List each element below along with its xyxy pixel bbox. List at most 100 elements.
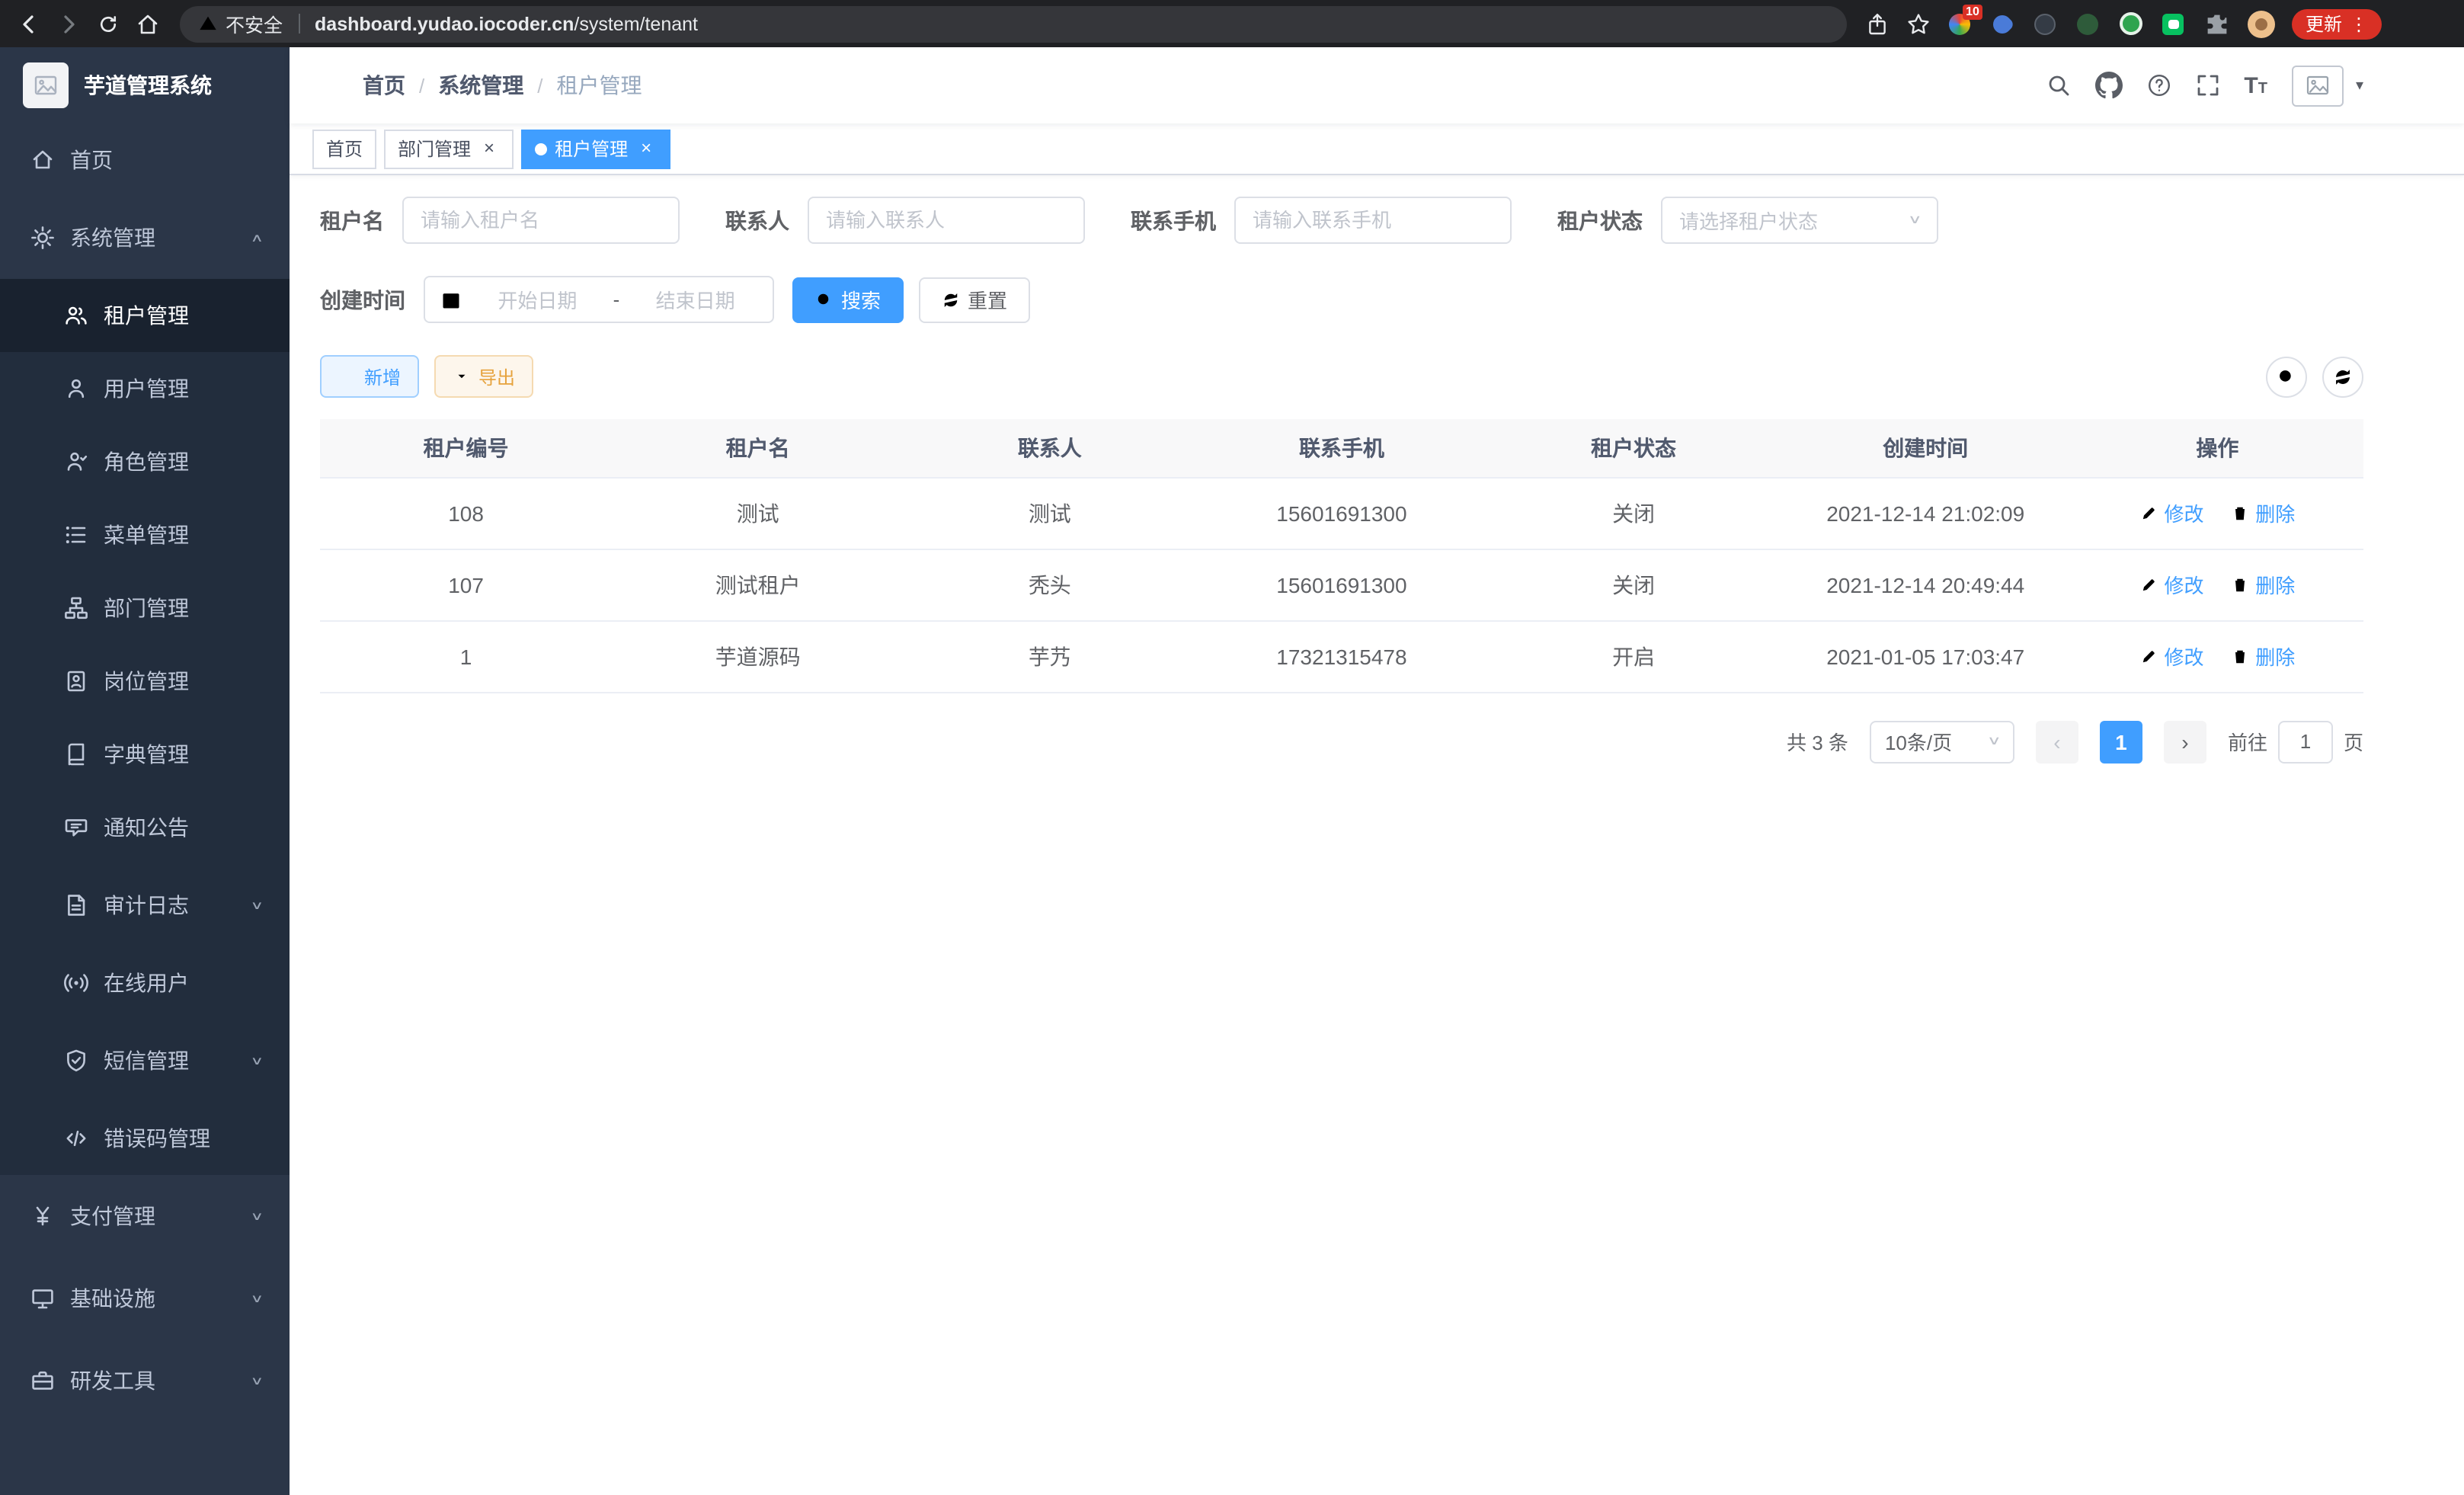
col-mobile: 联系手机: [1195, 419, 1487, 477]
sidebar-item-system[interactable]: 系统管理 ∧: [0, 197, 290, 279]
mobile-label: 联系手机: [1131, 205, 1216, 235]
sidebar-item-error-code[interactable]: 错误码管理: [0, 1102, 290, 1175]
bookmark-star-icon[interactable]: [1906, 11, 1931, 36]
edit-button[interactable]: 修改: [2139, 498, 2203, 527]
extensions-puzzle-icon[interactable]: [2203, 10, 2231, 37]
total-count: 共 3 条: [1787, 727, 1848, 756]
sidebar-item-label: 用户管理: [104, 373, 274, 404]
font-size-icon[interactable]: TT: [2244, 74, 2267, 97]
close-icon[interactable]: ×: [635, 138, 657, 159]
edit-button[interactable]: 修改: [2139, 642, 2203, 671]
close-icon[interactable]: ×: [478, 138, 500, 159]
role-icon: [64, 450, 88, 474]
prev-page-button[interactable]: ‹: [2036, 720, 2078, 763]
next-page-button[interactable]: ›: [2164, 720, 2206, 763]
sidebar-item-home[interactable]: 首页: [0, 123, 290, 197]
edit-pencil-icon: [2139, 504, 2158, 522]
browser-forward-button[interactable]: [49, 4, 88, 43]
sidebar-item-label: 系统管理: [70, 222, 251, 253]
extension-icon-dark-orb[interactable]: [2033, 11, 2059, 37]
sidebar-item-dict[interactable]: 字典管理: [0, 718, 290, 791]
create-time-range-picker[interactable]: 开始日期 - 结束日期: [424, 276, 774, 323]
browser-menu-kebab-icon[interactable]: ⋮: [2350, 14, 2368, 33]
col-contact: 联系人: [904, 419, 1195, 477]
delete-button[interactable]: 删除: [2231, 642, 2295, 671]
col-tenant-id: 租户编号: [320, 419, 612, 477]
sidebar-toggle-button[interactable]: [290, 47, 363, 123]
breadcrumb-system[interactable]: 系统管理: [438, 70, 523, 101]
security-chip[interactable]: 不安全: [198, 9, 283, 38]
refresh-table-button[interactable]: [2322, 356, 2363, 397]
avatar-image-icon: [2306, 73, 2330, 98]
browser-home-button[interactable]: [128, 4, 168, 43]
extension-icon-colorful[interactable]: 10: [1947, 11, 1973, 37]
delete-button[interactable]: 删除: [2231, 498, 2295, 527]
sidebar-item-post[interactable]: 岗位管理: [0, 645, 290, 718]
fullscreen-icon[interactable]: [2195, 73, 2219, 98]
extension-icon-dark-green[interactable]: [2075, 11, 2101, 37]
sidebar: 芋道管理系统 首页 系统管理 ∧ 租户管理 用户管理: [0, 47, 290, 1495]
sidebar-item-notice[interactable]: 通知公告: [0, 791, 290, 864]
extension-icon-green[interactable]: [2118, 11, 2144, 37]
search-icon[interactable]: [2046, 73, 2070, 98]
tenant-name-input[interactable]: [402, 197, 680, 244]
date-separator: -: [613, 288, 620, 311]
caret-down-icon[interactable]: ▾: [2356, 77, 2363, 94]
breadcrumb-home[interactable]: 首页: [363, 70, 405, 101]
browser-reload-button[interactable]: [88, 4, 128, 43]
github-icon[interactable]: [2094, 72, 2122, 99]
tab-tenant-active[interactable]: 租户管理 ×: [521, 129, 670, 168]
edit-label: 修改: [2164, 498, 2203, 527]
extension-icon-drop[interactable]: [1990, 11, 2016, 37]
browser-profile-avatar[interactable]: [2248, 10, 2275, 37]
extension-icon-chat[interactable]: [2161, 11, 2187, 37]
tab-dept[interactable]: 部门管理 ×: [384, 129, 514, 168]
cell-actions: 修改 删除: [2072, 477, 2363, 549]
tenant-status-select[interactable]: 请选择租户状态 ∨: [1661, 197, 1938, 244]
contact-input[interactable]: [808, 197, 1085, 244]
security-label: 不安全: [226, 9, 283, 38]
sidebar-item-dept[interactable]: 部门管理: [0, 571, 290, 645]
app-logo[interactable]: 芋道管理系统: [0, 47, 290, 123]
mobile-input[interactable]: [1234, 197, 1512, 244]
sidebar-item-sms[interactable]: 短信管理 ∨: [0, 1020, 290, 1102]
sidebar-item-label: 在线用户: [104, 968, 274, 998]
edit-button[interactable]: 修改: [2139, 570, 2203, 599]
goto-page-input[interactable]: [2278, 720, 2333, 763]
address-bar[interactable]: 不安全 dashboard.yudao.iocoder.cn/system/te…: [180, 5, 1847, 42]
help-question-icon[interactable]: [2146, 73, 2171, 98]
search-button[interactable]: 搜索: [792, 277, 904, 322]
page-size-select[interactable]: 10条/页 ∨: [1870, 720, 2014, 763]
home-icon: [30, 148, 55, 172]
export-button[interactable]: 导出: [434, 355, 533, 398]
delete-button[interactable]: 删除: [2231, 570, 2295, 599]
cell-actions: 修改 删除: [2072, 620, 2363, 692]
page-button-1[interactable]: 1: [2100, 720, 2142, 763]
sidebar-item-label: 短信管理: [104, 1045, 251, 1076]
sidebar-item-menu-mgmt[interactable]: 菜单管理: [0, 498, 290, 571]
tab-home[interactable]: 首页: [312, 129, 376, 168]
sidebar-item-online-user[interactable]: 在线用户: [0, 946, 290, 1020]
table-toolbar: 新增 导出: [320, 355, 2363, 398]
sidebar-item-payment[interactable]: 支付管理 ∨: [0, 1175, 290, 1257]
reset-button-label: 重置: [968, 285, 1007, 314]
share-icon[interactable]: [1865, 11, 1890, 36]
sidebar-item-audit-log[interactable]: 审计日志 ∨: [0, 864, 290, 946]
sidebar-item-label: 字典管理: [104, 739, 274, 770]
top-navbar: 首页 / 系统管理 / 租户管理 TT ▾: [290, 47, 2464, 123]
avatar[interactable]: [2292, 65, 2344, 106]
sidebar-item-tenant[interactable]: 租户管理: [0, 279, 290, 352]
cell-mobile: 15601691300: [1195, 477, 1487, 549]
reset-button[interactable]: 重置: [919, 277, 1030, 322]
browser-update-button[interactable]: 更新 ⋮: [2292, 8, 2382, 39]
show-search-toggle-button[interactable]: [2266, 356, 2307, 397]
sidebar-item-infra[interactable]: 基础设施 ∨: [0, 1257, 290, 1340]
refresh-icon: [2333, 367, 2353, 386]
sidebar-item-dev-tools[interactable]: 研发工具 ∨: [0, 1340, 290, 1422]
sidebar-item-user[interactable]: 用户管理: [0, 352, 290, 425]
warning-icon: [198, 14, 218, 34]
add-button[interactable]: 新增: [320, 355, 419, 398]
browser-back-button[interactable]: [9, 4, 49, 43]
cell-tenant-name: 芋道源码: [612, 620, 904, 692]
sidebar-item-role[interactable]: 角色管理: [0, 425, 290, 498]
